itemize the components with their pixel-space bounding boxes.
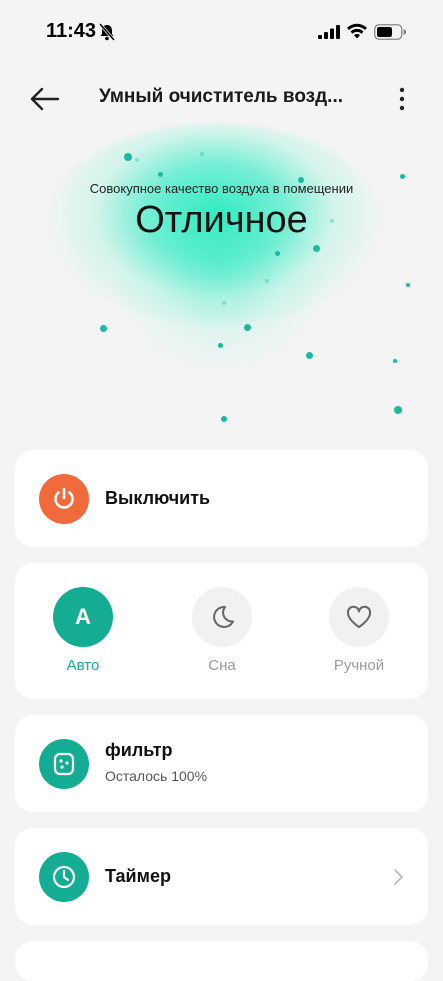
particle-dot: [135, 158, 139, 162]
power-button[interactable]: [39, 474, 89, 524]
filter-icon: [53, 752, 75, 776]
mode-manual-button[interactable]: [329, 587, 389, 647]
filter-card[interactable]: фильтр Осталось 100%: [15, 715, 428, 812]
status-bar: 11:43: [0, 0, 443, 62]
wifi-icon: [347, 23, 367, 39]
mode-auto[interactable]: A Авто: [33, 587, 133, 674]
auto-letter-icon: A: [75, 604, 91, 629]
power-icon: [54, 487, 74, 509]
next-card[interactable]: [15, 941, 428, 981]
particle-dot: [313, 245, 320, 252]
air-quality-value: Отличное: [135, 199, 308, 241]
particle-dot: [406, 283, 410, 287]
filter-remaining: Осталось 100%: [105, 768, 208, 784]
particle-dot: [265, 279, 269, 283]
bell-muted-icon: [98, 23, 116, 41]
app-header: Умный очиститель возд...: [0, 74, 443, 124]
power-card[interactable]: Выключить: [15, 450, 428, 547]
mode-auto-label: Авто: [66, 657, 100, 674]
filter-icon-circle: [39, 739, 89, 789]
more-options-icon[interactable]: [390, 82, 414, 116]
modes-card: A Авто Сна Ручной: [15, 563, 428, 699]
back-arrow-icon[interactable]: [28, 84, 62, 114]
particle-dot: [222, 301, 226, 305]
timer-label: Таймер: [105, 866, 171, 886]
mode-manual[interactable]: Ручной: [309, 587, 409, 674]
moon-icon: [213, 605, 234, 628]
mode-manual-label: Ручной: [333, 657, 385, 674]
particle-dot: [275, 251, 280, 256]
mode-sleep-button[interactable]: [192, 587, 252, 647]
air-quality-hero: Совокупное качество воздуха в помещении …: [0, 124, 443, 444]
particle-dot: [244, 324, 251, 331]
status-time: 11:43: [46, 20, 97, 42]
mode-sleep[interactable]: Сна: [172, 587, 272, 674]
particle-dot: [200, 152, 204, 156]
clock-icon: [52, 865, 76, 889]
particle-dot: [306, 352, 313, 359]
timer-icon-circle: [39, 852, 89, 902]
particle-dot: [400, 174, 405, 179]
particle-dot: [218, 343, 223, 348]
power-label: Выключить: [105, 488, 211, 508]
signal-icon: [318, 25, 340, 39]
particle-dot: [221, 416, 227, 422]
heart-icon: [346, 605, 372, 628]
mode-sleep-label: Сна: [208, 657, 236, 674]
particle-dot: [124, 153, 132, 161]
particle-dot: [158, 172, 163, 177]
particle-dot: [298, 177, 304, 183]
timer-card[interactable]: Таймер: [15, 828, 428, 925]
chevron-right-icon: [394, 869, 403, 885]
mode-auto-button[interactable]: A: [53, 587, 113, 647]
particle-dot: [100, 325, 107, 332]
air-quality-subtitle: Совокупное качество воздуха в помещении: [89, 181, 354, 196]
particle-dot: [330, 219, 334, 223]
page-title: Умный очиститель возд...: [99, 86, 344, 107]
battery-icon: [374, 24, 406, 40]
particle-dot: [394, 406, 402, 414]
filter-label: фильтр: [105, 740, 173, 760]
particle-dot: [393, 359, 397, 363]
